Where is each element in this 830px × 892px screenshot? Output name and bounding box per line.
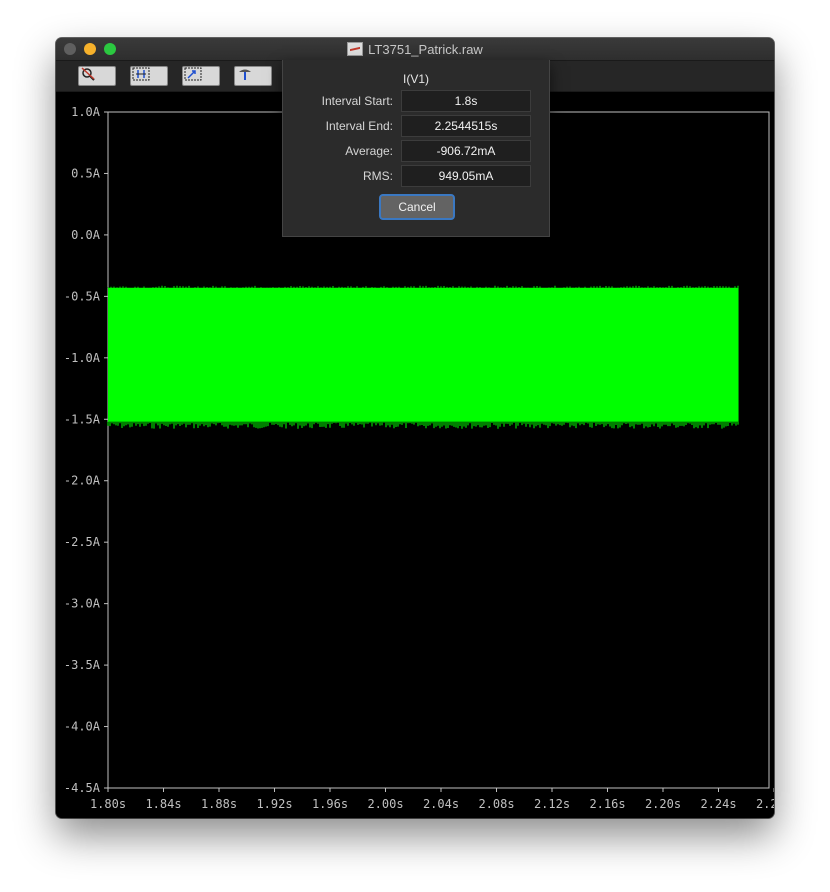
x-tick-label: 2.00s: [367, 797, 403, 811]
average-row: Average: -906.72mA: [283, 140, 549, 162]
rms-row: RMS: 949.05mA: [283, 165, 549, 187]
x-tick-label: 2.04s: [423, 797, 459, 811]
zoom-cancel-button[interactable]: [78, 66, 116, 86]
interval-end-value: 2.2544515s: [401, 115, 531, 137]
interval-start-label: Interval Start:: [321, 94, 393, 108]
zoom-cancel-icon: [81, 67, 95, 81]
y-tick-label: 0.5A: [71, 166, 101, 180]
autorange-icon: [132, 67, 150, 81]
x-tick-label: 2.20s: [645, 797, 681, 811]
probe-icon: [239, 69, 251, 80]
x-tick-label: 1.80s: [90, 797, 126, 811]
rms-value: 949.05mA: [401, 165, 531, 187]
y-tick-label: -4.0A: [64, 720, 101, 734]
y-tick-label: -2.0A: [64, 474, 101, 488]
waveform-file-icon: [347, 42, 364, 56]
x-tick-label: 2.12s: [534, 797, 570, 811]
x-tick-label: 1.84s: [145, 797, 181, 811]
dialog-trace-name: I(V1): [402, 72, 429, 86]
app-window: LT3751_Patrick.raw 1.0A 0.5A 0.0A -0.5A …: [56, 38, 774, 818]
current-trace-noise-top: [107, 285, 739, 288]
average-value: -906.72mA: [401, 140, 531, 162]
y-tick-label: -1.5A: [64, 412, 101, 426]
x-tick-label: 1.96s: [312, 797, 348, 811]
y-tick-label: -1.0A: [64, 351, 101, 365]
y-tick-label: -3.5A: [64, 658, 101, 672]
y-tick-label: 0.0A: [71, 228, 101, 242]
pan-button[interactable]: [182, 66, 220, 86]
interval-start-value: 1.8s: [401, 90, 531, 112]
title-bar[interactable]: LT3751_Patrick.raw: [56, 38, 774, 61]
interval-start-row: Interval Start: 1.8s: [283, 90, 549, 112]
x-tick-label: 2.24s: [700, 797, 736, 811]
y-tick-label: -4.5A: [64, 781, 101, 795]
probe-button[interactable]: [234, 66, 272, 86]
average-label: Average:: [345, 144, 393, 158]
x-tick-label: 2.28s: [756, 797, 774, 811]
measurement-dialog: I(V1) Interval Start: 1.8s Interval End:…: [282, 60, 550, 237]
x-tick-label: 2.08s: [478, 797, 514, 811]
rms-label: RMS:: [363, 169, 393, 183]
current-trace-noise-bottom: [107, 421, 739, 429]
y-tick-label: -2.5A: [64, 535, 101, 549]
window-title-group: LT3751_Patrick.raw: [56, 38, 774, 60]
x-tick-label: 2.16s: [589, 797, 625, 811]
cancel-button[interactable]: Cancel: [379, 194, 455, 220]
interval-end-label: Interval End:: [325, 119, 393, 133]
pan-icon: [184, 67, 202, 81]
x-tick-label: 1.92s: [256, 797, 292, 811]
current-trace-band: [108, 287, 739, 422]
x-tick-label: 1.88s: [201, 797, 237, 811]
autorange-button[interactable]: [130, 66, 168, 86]
y-tick-label: -3.0A: [64, 597, 101, 611]
window-title: LT3751_Patrick.raw: [368, 41, 483, 57]
interval-end-row: Interval End: 2.2544515s: [283, 115, 549, 137]
y-tick-label: -0.5A: [64, 289, 101, 303]
y-tick-label: 1.0A: [71, 105, 101, 119]
